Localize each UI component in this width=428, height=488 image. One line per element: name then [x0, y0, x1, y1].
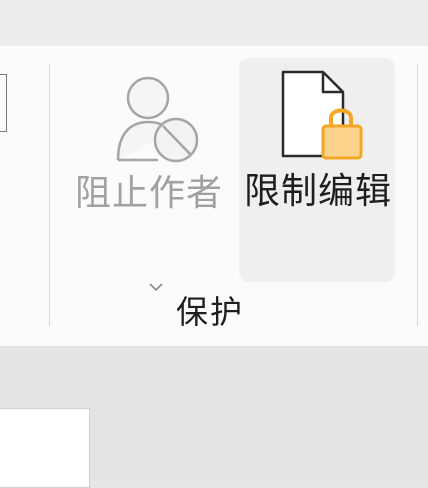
previous-group-edge [0, 74, 7, 132]
group-divider-right [417, 64, 418, 326]
restrict-editing-label: 限制编辑 [243, 171, 392, 212]
document-page[interactable] [0, 408, 90, 488]
group-divider-left [49, 64, 50, 326]
ribbon-panel: 阻止作者 限制编辑 保护 [0, 46, 428, 346]
document-lock-icon [281, 70, 363, 160]
restrict-editing-button[interactable]: 限制编辑 [239, 58, 395, 282]
group-label-protect: 保护 [175, 293, 244, 331]
block-authors-label: 阻止作者 [74, 173, 223, 214]
top-strip [0, 0, 428, 46]
block-user-icon [116, 76, 199, 163]
block-authors-button[interactable]: 阻止作者 [64, 56, 234, 292]
chevron-down-icon[interactable] [148, 282, 164, 292]
